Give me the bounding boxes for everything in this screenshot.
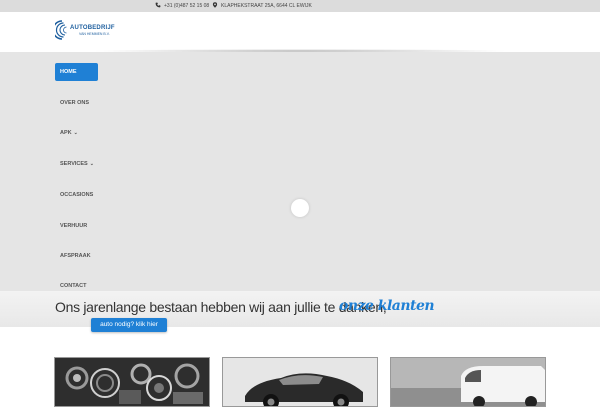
nav-item-apk[interactable]: APK ⌄ (55, 124, 98, 142)
rent-car-cta-button[interactable]: auto nodig? klik hier (91, 318, 167, 332)
nav-label: HOME (60, 69, 77, 75)
nav-label: VERHUUR (60, 223, 88, 229)
address-contact[interactable]: KLAPHEKSTRAAT 25A, 6644 CL EWIJK (212, 1, 312, 11)
top-info-bar: +31 (0)487 52 15 08 KLAPHEKSTRAAT 25A, 6… (0, 0, 600, 12)
nav-item-afspraak[interactable]: AFSPRAAK (55, 247, 98, 265)
phone-number: +31 (0)487 52 15 08 (164, 3, 210, 9)
address-text: KLAPHEKSTRAAT 25A, 6644 CL EWIJK (221, 3, 312, 9)
nav-label: CONTACT (60, 283, 87, 289)
nav-item-services[interactable]: SERVICES ⌄ (55, 155, 98, 173)
logo-subtitle: VAN HEMMEN B.V. (79, 32, 110, 36)
nav-label: APK (60, 130, 72, 136)
wheel-logo-icon (55, 20, 67, 40)
chevron-down-icon: ⌄ (89, 161, 94, 167)
tagline-script-text: onze klanten (339, 298, 435, 314)
nav-item-verhuur[interactable]: VERHUUR (55, 217, 98, 235)
phone-contact[interactable]: +31 (0)487 52 15 08 (155, 1, 209, 11)
slider-loading-indicator (291, 199, 309, 217)
phone-icon (155, 2, 161, 8)
site-logo[interactable]: AUTOBEDRIJF VAN HEMMEN B.V. (55, 20, 115, 46)
nav-label: OVER ONS (60, 100, 90, 106)
nav-item-occasions[interactable]: OCCASIONS (55, 186, 98, 204)
chevron-down-icon: ⌄ (73, 130, 78, 136)
map-marker-icon (212, 2, 218, 8)
nav-item-home[interactable]: HOME (55, 63, 98, 81)
nav-item-over-ons[interactable]: OVER ONS (55, 94, 98, 112)
tagline-text: Ons jarenlange bestaan hebben wij aan ju… (55, 299, 387, 315)
nav-label: OCCASIONS (60, 192, 94, 198)
logo-title: AUTOBEDRIJF (70, 25, 115, 31)
nav-label: SERVICES (60, 161, 88, 167)
nav-label: AFSPRAAK (60, 253, 91, 259)
